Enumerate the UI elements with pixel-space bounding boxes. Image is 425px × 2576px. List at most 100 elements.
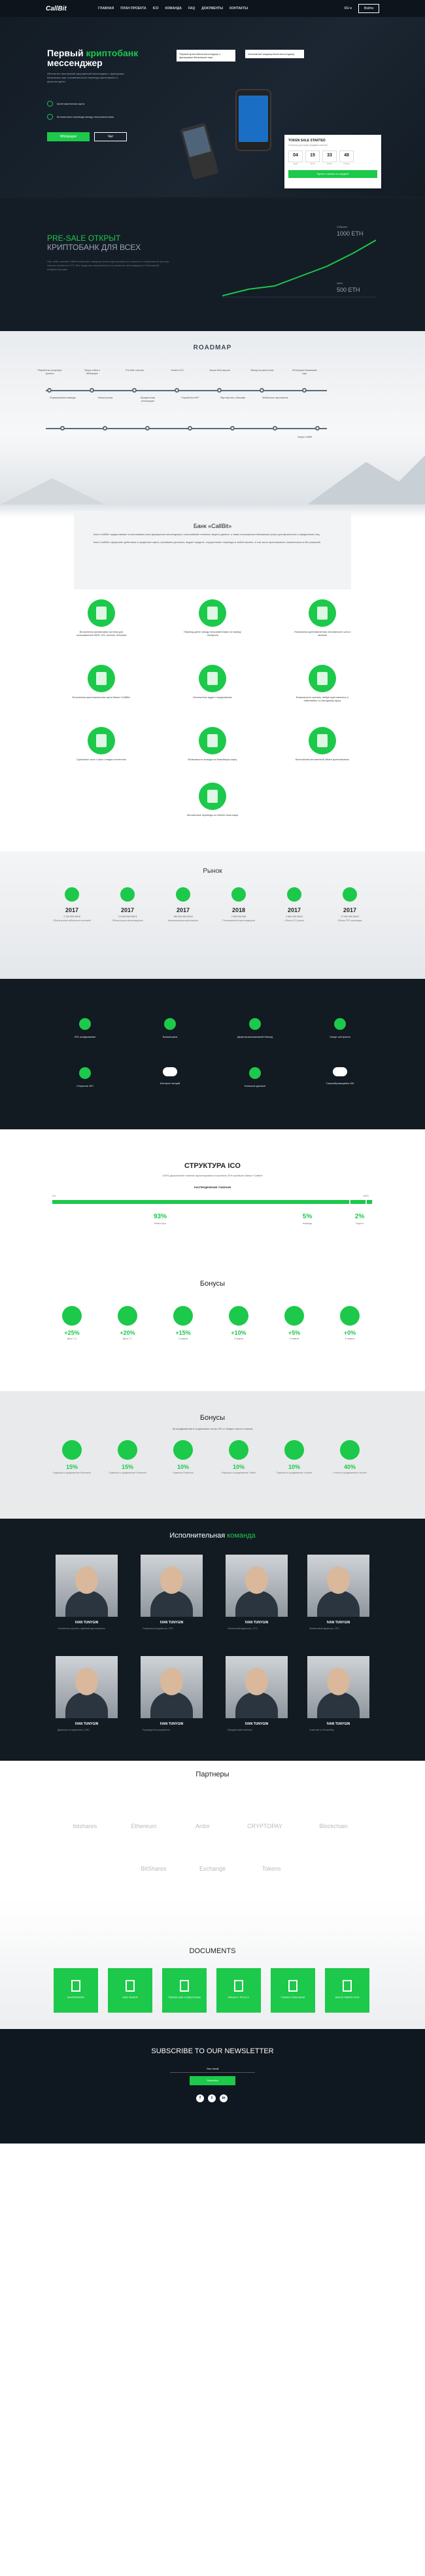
document-button[interactable]: TOKEN PURCHASE — [271, 1968, 315, 2013]
document-button[interactable]: TERMS AND CONDITIONS — [162, 1968, 207, 2013]
roadmap-dot — [315, 426, 320, 431]
partner-logo[interactable]: Tokens — [242, 1865, 301, 1872]
nav-item-docs[interactable]: Документы — [201, 7, 223, 10]
partner-logo[interactable]: bitshares — [56, 1823, 114, 1829]
goal-label: Цель — [337, 281, 343, 285]
raised-value: 1000 ETH — [337, 230, 364, 237]
avatar — [141, 1555, 203, 1617]
users-icon — [231, 887, 246, 902]
nav-item-plan[interactable]: План проекта — [120, 7, 146, 10]
about-title: Банк «CallBit» — [193, 523, 232, 529]
roadmap-step: Юридическая регистрация — [140, 397, 156, 402]
market-stat: 2017 17 000 000 000 $ Объем P2P переводов — [327, 887, 373, 923]
group-chat-icon — [88, 727, 115, 754]
chat-button[interactable]: Чат — [94, 132, 127, 141]
partner-logo[interactable]: Ardor — [173, 1823, 232, 1829]
partner-logo[interactable]: Ethereum — [114, 1823, 173, 1829]
document-button[interactable]: ONE PAGER — [108, 1968, 152, 2013]
header: CallBit Главная План проекта ICO Команда… — [0, 0, 425, 17]
tech-item: Большие данные — [226, 1067, 284, 1087]
contract-icon — [334, 1018, 346, 1030]
payment-icon — [65, 887, 79, 902]
tech-item: Открытое API — [56, 1067, 114, 1087]
logo[interactable]: CallBit — [46, 5, 98, 12]
document-button[interactable]: WHITEPAPER — [54, 1968, 98, 2013]
token-sale-widget: TOKEN SALE STARTED Осталось до конца про… — [284, 135, 381, 188]
team-member: IVAN TUNYGIN Директор по маркетингу, CMO — [56, 1656, 118, 1732]
bitcoin-icon — [176, 887, 190, 902]
roadmap-step: Запуск сайта и Whitepaper — [84, 369, 100, 375]
roadmap-step: Запуск бета-версии — [209, 369, 230, 372]
raised-label: Собрано — [337, 225, 348, 228]
document-icon — [343, 1980, 352, 1992]
partner-logo[interactable]: CRYPTOPAY — [235, 1823, 294, 1829]
speech-bubble: Анонимный защищенный мессенджер — [245, 50, 304, 58]
roadmap-dot — [302, 388, 307, 393]
email-input[interactable]: Your email — [170, 2067, 255, 2073]
nav-item-ico[interactable]: ICO — [153, 7, 159, 10]
partner-logo[interactable]: Exchange — [183, 1865, 242, 1872]
document-button[interactable]: PRIVACY POLICY — [216, 1968, 261, 2013]
avatar — [226, 1656, 288, 1718]
roadmap-dot — [217, 388, 222, 393]
team-member: IVAN TUNYGIN Генеральный директор, CEO — [141, 1555, 203, 1631]
whitepaper-button[interactable]: Whitepaper — [47, 132, 90, 141]
partner-logo[interactable]: BitShares — [124, 1865, 183, 1872]
page: { "header": { "logo": "CallBit", "nav": … — [0, 0, 425, 2576]
video-call-icon — [199, 665, 226, 692]
document-icon — [71, 1980, 80, 1992]
market-stat: 2017 3 5 540 000 000 $ Объем рынка мессенд… — [105, 887, 150, 923]
market-stat: 2017 180 000 000 000 $ Капитализация крипт… — [160, 887, 206, 923]
countdown-days: 04 — [288, 150, 303, 162]
team-section: Исполнительная команда IVAN TUNYGIN Основ… — [0, 1519, 425, 1761]
markets-title: Рынок — [203, 868, 222, 875]
bonus-item: +5% 4 неделя — [275, 1306, 314, 1341]
hero-title: Первый криптобанк мессенджер — [47, 48, 139, 68]
share-percent: 2% — [354, 1213, 365, 1220]
document-button[interactable]: WHITE PAPER RUS — [325, 1968, 369, 2013]
document-icon — [234, 1980, 243, 1992]
gift-icon — [229, 1306, 248, 1326]
social-bonus-subtitle: За продвижение в социальных сетях 3% от … — [172, 1427, 253, 1430]
presale-title: PRE-SALE ОТКРЫТ КРИПТОБАНК ДЛЯ ВСЕХ — [47, 234, 141, 252]
ai-brain-icon — [333, 1067, 347, 1076]
roadmap-step: Pre-Sale токенов — [126, 369, 144, 372]
facebook-icon[interactable]: f — [196, 2094, 204, 2102]
share-label: Баунти — [356, 1222, 364, 1225]
bonus-item: 15% Подписка и продвижение Facebook — [108, 1440, 147, 1475]
card-icon — [47, 101, 53, 107]
roadmap-dot — [47, 388, 52, 393]
hero-section: Первый криптобанк мессенджер Абсолютно а… — [0, 17, 425, 197]
social-bonus-section: Бонусы За продвижение в социальных сетях… — [0, 1391, 425, 1519]
market-stat: 2017 2 740 000 000 $ Объем рынка мобильных… — [49, 887, 95, 923]
nav-item-team[interactable]: Команда — [165, 7, 182, 10]
nav-item-contacts[interactable]: Контакты — [230, 7, 248, 10]
newsletter-title: SUBSCRIBE TO OUR NEWSLETTER — [151, 2047, 274, 2055]
login-button[interactable]: Войти — [358, 4, 379, 13]
phone-image — [235, 89, 271, 151]
nav-item-faq[interactable]: FAQ — [188, 7, 195, 10]
nav-item-home[interactable]: Главная — [98, 7, 114, 10]
speech-bubble: Первый криптобанк мессенджер с функциями… — [177, 50, 235, 62]
subscribe-button[interactable]: Subscribe — [190, 2076, 235, 2085]
linkedin-icon[interactable]: in — [220, 2094, 228, 2102]
vk-icon — [62, 1440, 82, 1460]
wallet-icon — [88, 599, 115, 627]
transfer-icon — [47, 114, 53, 120]
tech-item: Самообучающийся ИИ — [311, 1067, 369, 1085]
share-label: Инвесторы — [154, 1222, 166, 1225]
partner-logo[interactable]: Blockchain — [304, 1823, 363, 1829]
roadmap-step: Выход на рынки Азии — [250, 369, 274, 372]
twitter-icon[interactable]: t — [208, 2094, 216, 2102]
roadmap-step: Запуск CallBit — [297, 436, 313, 438]
countdown-hours: 15 — [305, 150, 320, 162]
team-member: IVAN TUNYGIN Технический директор, CTO — [226, 1555, 288, 1631]
gift-icon — [173, 1306, 193, 1326]
bonus-item: 10% Подписка и продвижение Twitter — [219, 1440, 258, 1475]
token-sale-subtitle: Осталось до конца продажи токенов — [288, 144, 328, 147]
roadmap-dot — [145, 426, 150, 431]
gift-icon — [62, 1306, 82, 1326]
buy-tokens-button[interactable]: Купить токены со скидкой — [288, 170, 377, 178]
exchange-icon — [309, 665, 336, 692]
language-selector[interactable]: RU ▾ — [345, 7, 352, 10]
